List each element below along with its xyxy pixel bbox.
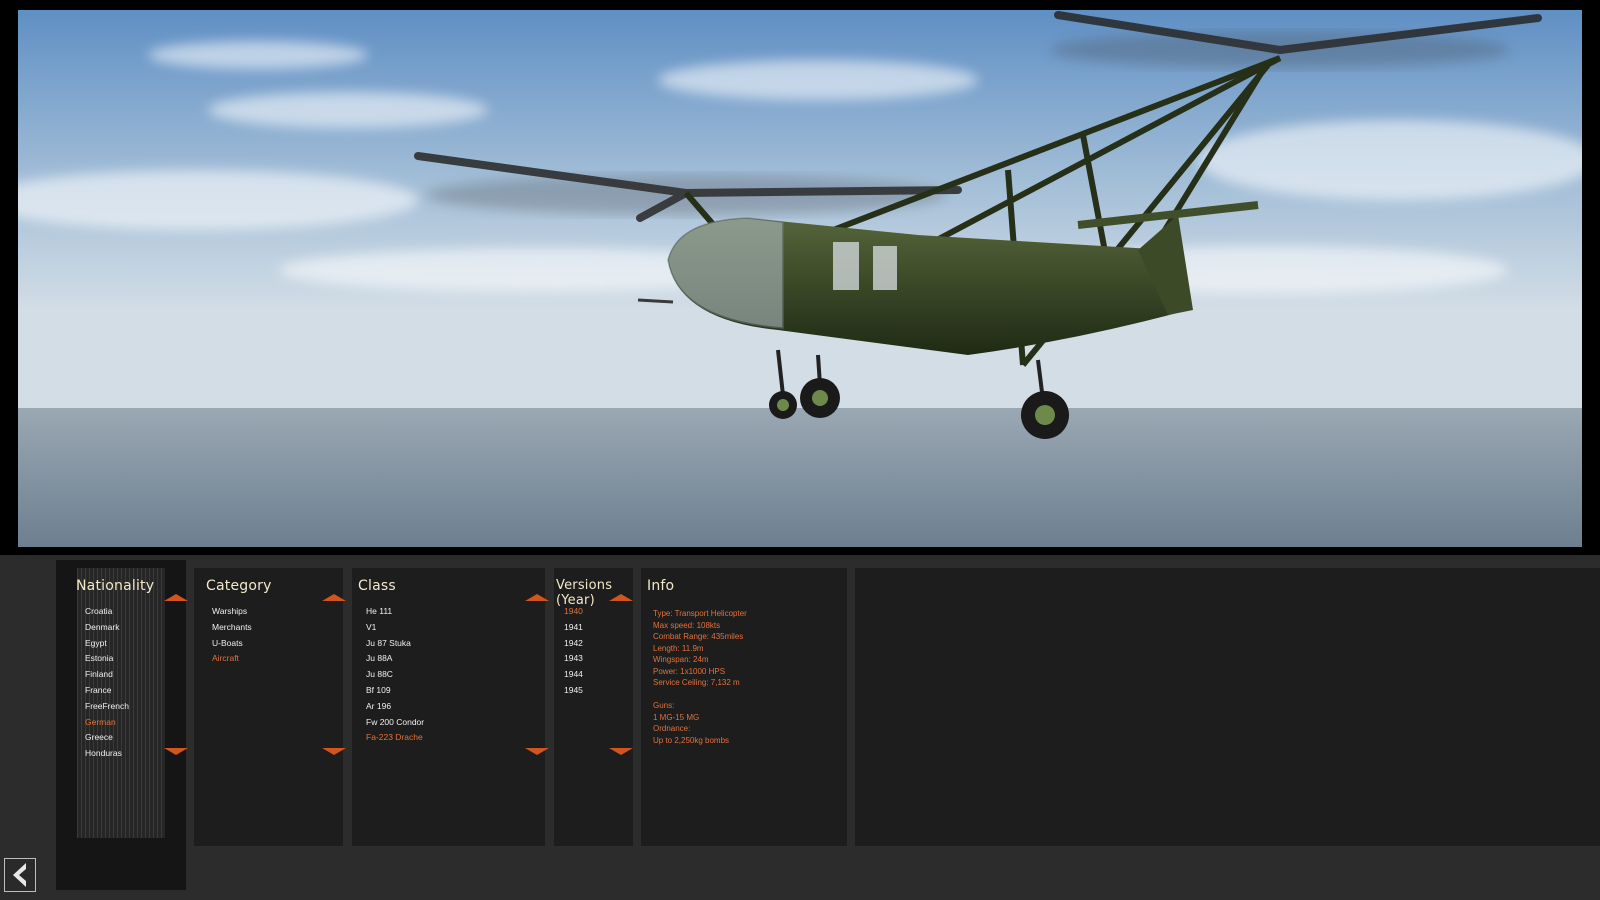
category-title: Category — [206, 578, 272, 594]
info-text: Type: Transport Helicopter Max speed: 108… — [653, 608, 747, 746]
class-panel: Class He 111 V1 Ju 87 Stuka Ju 88A Ju 88C Bf … — [352, 568, 549, 846]
class-item[interactable]: Ju 88A — [366, 651, 424, 667]
3d-viewport — [0, 0, 1600, 555]
versions-item[interactable]: 1944 — [564, 667, 583, 683]
category-item[interactable]: U-Boats — [212, 636, 252, 652]
versions-panel: Versions (Year) 1940 1941 1942 1943 1944 1945 — [554, 568, 633, 846]
class-list: He 111 V1 Ju 87 Stuka Ju 88A Ju 88C Bf 109 Ar … — [366, 604, 424, 746]
class-title: Class — [358, 578, 396, 594]
back-button[interactable] — [4, 858, 36, 892]
category-item[interactable]: Warships — [212, 604, 252, 620]
info-line: Max speed: 108kts — [653, 620, 721, 630]
selection-panel: Nationality Croatia Denmark Egypt Estonia Fi… — [0, 560, 1600, 900]
nationality-scroll-down-icon[interactable] — [164, 748, 188, 755]
category-panel: Category Warships Merchants U-Boats Aircraf… — [194, 568, 346, 846]
nationality-title: Nationality — [76, 578, 155, 594]
info-line: Length: 11.9m — [653, 643, 704, 653]
info-title: Info — [647, 578, 675, 594]
info-line: Guns: — [653, 701, 675, 710]
class-item[interactable]: Bf 109 — [366, 683, 424, 699]
class-item[interactable]: Ju 88C — [366, 667, 424, 683]
class-item[interactable]: He 111 — [366, 604, 424, 620]
nationality-item[interactable]: Finland — [85, 667, 129, 683]
info-line: Wingspan: 24m — [653, 655, 709, 664]
versions-item[interactable]: 1943 — [564, 651, 583, 667]
class-item[interactable]: Fa-223 Drache — [366, 730, 424, 746]
versions-scroll-down-icon[interactable] — [609, 748, 633, 755]
versions-scroll-up-icon[interactable] — [609, 594, 633, 601]
helicopter-render — [18, 10, 1582, 547]
class-item[interactable]: Ar 196 — [366, 699, 424, 715]
versions-item[interactable]: 1941 — [564, 620, 583, 636]
category-scroll-up-icon[interactable] — [322, 594, 346, 601]
nationality-scroll-up-icon[interactable] — [164, 594, 188, 601]
category-scroll-down-icon[interactable] — [322, 748, 346, 755]
nationality-item[interactable]: Croatia — [85, 604, 129, 620]
info-line: Combat Range: 435miles — [653, 632, 744, 641]
info-panel: Info Type: Transport Helicopter Max speed… — [641, 568, 847, 846]
nationality-item[interactable]: German — [85, 715, 129, 731]
class-item[interactable]: Fw 200 Condor — [366, 715, 424, 731]
info-line: Type: Transport Helicopter — [653, 609, 747, 618]
info-line: 1 MG-15 MG — [653, 712, 700, 722]
nationality-item[interactable]: Denmark — [85, 620, 129, 636]
nationality-list: Croatia Denmark Egypt Estonia Finland France F… — [85, 604, 129, 762]
category-list: Warships Merchants U-Boats Aircraft — [212, 604, 252, 667]
nationality-item[interactable]: Greece — [85, 730, 129, 746]
versions-item[interactable]: 1942 — [564, 636, 583, 652]
info-line: Power: 1x1000 HPS — [653, 666, 726, 676]
versions-item[interactable]: 1940 — [564, 604, 583, 620]
empty-panel — [855, 568, 1600, 846]
versions-item[interactable]: 1945 — [564, 683, 583, 699]
class-item[interactable]: V1 — [366, 620, 424, 636]
nationality-panel: Nationality Croatia Denmark Egypt Estonia Fi… — [56, 568, 188, 846]
versions-list: 1940 1941 1942 1943 1944 1945 — [564, 604, 583, 699]
class-scroll-up-icon[interactable] — [525, 594, 549, 601]
category-item[interactable]: Aircraft — [212, 651, 252, 667]
nationality-item[interactable]: FreeFrench — [85, 699, 129, 715]
nationality-item[interactable]: Honduras — [85, 746, 129, 762]
category-item[interactable]: Merchants — [212, 620, 252, 636]
class-item[interactable]: Ju 87 Stuka — [366, 636, 424, 652]
info-line — [653, 689, 747, 701]
class-scroll-down-icon[interactable] — [525, 748, 549, 755]
chevron-left-icon — [13, 863, 26, 887]
nationality-item[interactable]: Estonia — [85, 651, 129, 667]
info-line: Up to 2,250kg bombs — [653, 735, 730, 745]
nationality-item[interactable]: Egypt — [85, 636, 129, 652]
info-line: Ordnance: — [653, 724, 691, 733]
nationality-item[interactable]: France — [85, 683, 129, 699]
info-line: Service Ceiling: 7,132 m — [653, 678, 740, 687]
